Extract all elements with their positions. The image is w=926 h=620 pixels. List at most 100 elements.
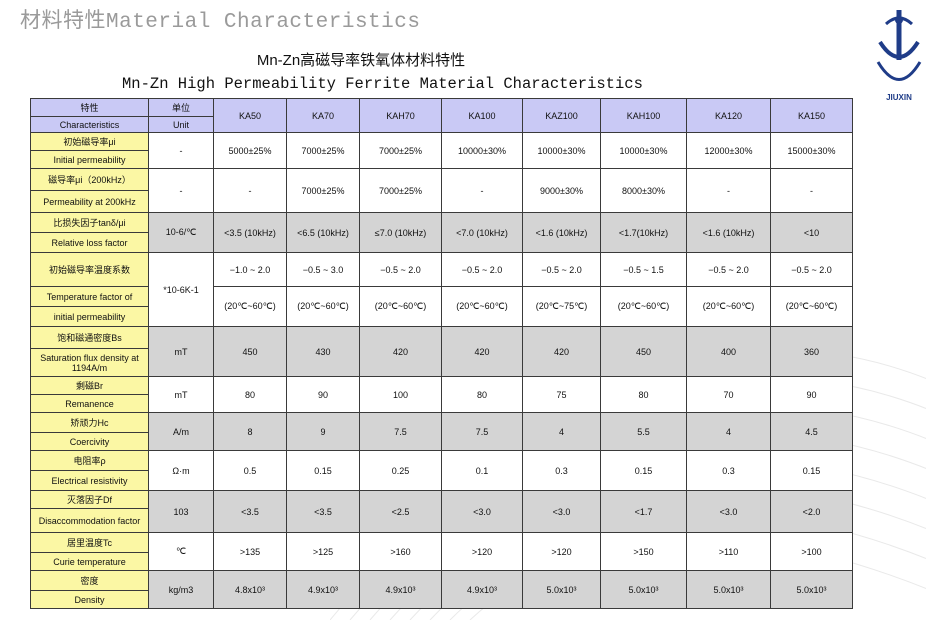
value-cell: −0.5 ~ 2.0 <box>359 252 442 287</box>
value-cell: <6.5 (10kHz) <box>286 212 360 253</box>
value-cell: 7.5 <box>441 412 523 451</box>
value-cell: >110 <box>686 532 771 571</box>
value-cell: ≤7.0 (10kHz) <box>359 212 442 253</box>
value-cell: <3.0 <box>686 490 771 533</box>
value-cell: >135 <box>213 532 287 571</box>
row-label-cn: 初始磁导率μi <box>30 132 149 151</box>
value-cell: −0.5 ~ 1.5 <box>600 252 687 287</box>
row-label-en: Electrical resistivity <box>30 470 149 491</box>
value-cell: (20℃~60℃) <box>770 286 853 327</box>
header-characteristics-cn: 特性 <box>30 98 149 117</box>
value-cell: 75 <box>522 376 601 413</box>
unit-cell: ℃ <box>148 532 214 571</box>
row-label-en: Disaccommodation factor <box>30 508 149 533</box>
value-cell: 10000±30% <box>441 132 523 169</box>
row-label-cn: 密度 <box>30 570 149 591</box>
header-grade: KAZ100 <box>522 98 601 133</box>
value-cell: <1.7(10kHz) <box>600 212 687 253</box>
unit-cell: Ω·m <box>148 450 214 491</box>
row-label-cn: 比损失因子tanδ/μi <box>30 212 149 233</box>
unit-cell: kg/m3 <box>148 570 214 609</box>
value-cell: <3.5 <box>286 490 360 533</box>
value-cell: 7000±25% <box>286 132 360 169</box>
row-label-en: Temperature factor of <box>30 286 149 307</box>
value-cell: 0.5 <box>213 450 287 491</box>
value-cell: 360 <box>770 326 853 377</box>
value-cell: - <box>686 168 771 213</box>
value-cell: 5.5 <box>600 412 687 451</box>
value-cell: (20℃~60℃) <box>600 286 687 327</box>
value-cell: <3.0 <box>441 490 523 533</box>
value-cell: (20℃~60℃) <box>359 286 442 327</box>
value-cell: 430 <box>286 326 360 377</box>
value-cell: 0.15 <box>770 450 853 491</box>
value-cell: 4 <box>686 412 771 451</box>
value-cell: 8 <box>213 412 287 451</box>
value-cell: 80 <box>213 376 287 413</box>
row-label-en: Curie temperature <box>30 552 149 571</box>
value-cell: 5.0x10³ <box>600 570 687 609</box>
value-cell: 90 <box>770 376 853 413</box>
value-cell: <1.7 <box>600 490 687 533</box>
value-cell: 0.1 <box>441 450 523 491</box>
value-cell: >160 <box>359 532 442 571</box>
row-label-cn: 居里温度Tc <box>30 532 149 553</box>
row-label-cn: 饱和磁通密度Bs <box>30 326 149 349</box>
value-cell: 90 <box>286 376 360 413</box>
value-cell: 4 <box>522 412 601 451</box>
value-cell: 420 <box>441 326 523 377</box>
value-cell: 420 <box>359 326 442 377</box>
value-cell: 9 <box>286 412 360 451</box>
value-cell: 10000±30% <box>522 132 601 169</box>
unit-cell: mT <box>148 376 214 413</box>
header-grade: KAH100 <box>600 98 687 133</box>
value-cell: 100 <box>359 376 442 413</box>
value-cell: −0.5 ~ 2.0 <box>522 252 601 287</box>
value-cell: 15000±30% <box>770 132 853 169</box>
value-cell: 4.9x10³ <box>441 570 523 609</box>
value-cell: 0.25 <box>359 450 442 491</box>
value-cell: <3.5 (10kHz) <box>213 212 287 253</box>
row-label-cn: 电阻率ρ <box>30 450 149 471</box>
value-cell: (20℃~60℃) <box>686 286 771 327</box>
header-unit-cn: 单位 <box>148 98 214 117</box>
value-cell: −0.5 ~ 2.0 <box>441 252 523 287</box>
value-cell: 7000±25% <box>286 168 360 213</box>
heading-english: Mn-Zn High Permeability Ferrite Material… <box>122 75 643 93</box>
unit-cell: *10-6K-1 <box>148 252 214 327</box>
value-cell: >120 <box>522 532 601 571</box>
header-grade: KA150 <box>770 98 853 133</box>
value-cell: <10 <box>770 212 853 253</box>
value-cell: <3.5 <box>213 490 287 533</box>
header-unit-en: Unit <box>148 116 214 133</box>
row-label-cn: 剩磁Br <box>30 376 149 395</box>
row-label-en: Initial permeability <box>30 150 149 169</box>
row-label-cn: 矫顽力Hc <box>30 412 149 433</box>
value-cell: 400 <box>686 326 771 377</box>
header-grade: KA100 <box>441 98 523 133</box>
value-cell: (20℃~75℃) <box>522 286 601 327</box>
value-cell: 0.3 <box>686 450 771 491</box>
value-cell: 7000±25% <box>359 168 442 213</box>
value-cell: −1.0 ~ 2.0 <box>213 252 287 287</box>
value-cell: 8000±30% <box>600 168 687 213</box>
unit-cell: - <box>148 168 214 213</box>
row-label-en: Permeability at 200kHz <box>30 190 149 213</box>
value-cell: 7000±25% <box>359 132 442 169</box>
value-cell: 450 <box>600 326 687 377</box>
row-label-en: Saturation flux density at 1194A/m <box>30 348 149 377</box>
value-cell: <2.5 <box>359 490 442 533</box>
header-grade: KA70 <box>286 98 360 133</box>
value-cell: −0.5 ~ 2.0 <box>686 252 771 287</box>
value-cell: 9000±30% <box>522 168 601 213</box>
value-cell: 12000±30% <box>686 132 771 169</box>
heading-chinese-text: Mn-Zn高磁导率铁氧体材料特性 <box>256 52 466 69</box>
row-label-en: Coercivity <box>30 432 149 451</box>
value-cell: 4.5 <box>770 412 853 451</box>
header-grade: KAH70 <box>359 98 442 133</box>
row-label-cn: 初始磁导率温度系数 <box>30 252 149 287</box>
value-cell: >150 <box>600 532 687 571</box>
value-cell: - <box>441 168 523 213</box>
page-title: 材料特性Material Characteristics <box>20 11 421 34</box>
value-cell: −0.5 ~ 3.0 <box>286 252 360 287</box>
